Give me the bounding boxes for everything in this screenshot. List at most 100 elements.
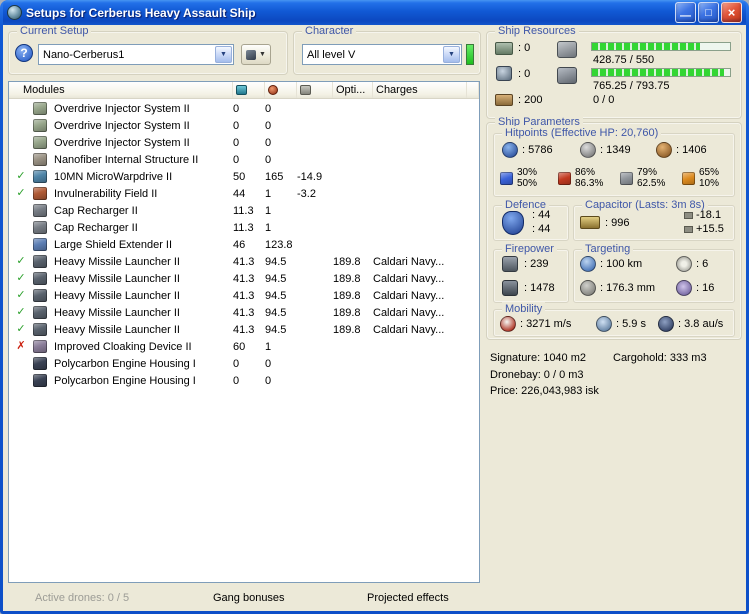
projected-effects-tab[interactable]: Projected effects — [367, 592, 449, 604]
module-icon — [33, 204, 47, 217]
targeting-box: Targeting : 100 km : 6 : 176.3 mm : 16 — [573, 249, 735, 303]
cap-drain-icon — [684, 212, 693, 219]
module-icon — [33, 221, 47, 234]
column-powergrid[interactable] — [265, 82, 297, 98]
character-select[interactable]: All level V ▼ — [302, 44, 462, 65]
explosive-armor-resist: 10% — [699, 178, 719, 189]
module-row[interactable]: Cap Recharger II 11.3 1 — [9, 202, 479, 219]
capacitor-usage-icon — [300, 85, 311, 95]
module-row[interactable]: Overdrive Injector System II 0 0 — [9, 100, 479, 117]
module-row[interactable]: Overdrive Injector System II 0 0 — [9, 117, 479, 134]
module-row[interactable]: Polycarbon Engine Housing I 0 0 — [9, 355, 479, 372]
module-opti: 189.8 — [333, 290, 373, 302]
powergrid-bar — [591, 68, 731, 77]
module-row[interactable]: ✓ 10MN MicroWarpdrive II 50 165 -14.9 — [9, 168, 479, 185]
module-name: Heavy Missile Launcher II — [51, 273, 233, 285]
module-pg: 0 — [265, 154, 297, 166]
targeting-range-value: : 100 km — [600, 258, 642, 270]
chevron-down-icon[interactable]: ▼ — [215, 46, 232, 63]
module-row[interactable]: Overdrive Injector System II 0 0 — [9, 134, 479, 151]
column-optimal[interactable]: Opti... — [333, 82, 373, 98]
modules-table-body: Overdrive Injector System II 0 0 Overdri… — [9, 100, 479, 582]
titlebar[interactable]: Setups for Cerberus Heavy Assault Ship —… — [3, 0, 746, 25]
module-pg: 0 — [265, 358, 297, 370]
module-cpu: 11.3 — [233, 222, 265, 234]
align-time-value: : 5.9 s — [616, 318, 646, 330]
chevron-down-icon: ▼ — [259, 51, 266, 58]
mobility-label: Mobility — [502, 302, 545, 316]
align-time-icon — [596, 316, 612, 332]
shield-hp-value: : 5786 — [522, 144, 553, 156]
module-cpu: 11.3 — [233, 205, 265, 217]
module-pg: 1 — [265, 341, 297, 353]
module-status-icon: ✓ — [9, 185, 33, 202]
gang-bonuses-tab[interactable]: Gang bonuses — [213, 592, 285, 604]
hardpoints-value: 0 / 0 — [593, 94, 614, 106]
module-row[interactable]: ✓ Heavy Missile Launcher II 41.3 94.5 18… — [9, 253, 479, 270]
column-modules[interactable]: Modules — [9, 82, 233, 98]
maximize-button[interactable]: □ — [698, 2, 719, 23]
module-name: 10MN MicroWarpdrive II — [51, 171, 233, 183]
help-button[interactable]: ? — [15, 44, 33, 62]
signature-value: Signature: 1040 m2 — [490, 352, 586, 364]
module-cpu: 41.3 — [233, 324, 265, 336]
module-pg: 1 — [265, 188, 297, 200]
module-name: Heavy Missile Launcher II — [51, 256, 233, 268]
column-charges[interactable]: Charges — [373, 82, 467, 98]
close-button[interactable]: × — [721, 2, 742, 23]
module-row[interactable]: ✓ Heavy Missile Launcher II 41.3 94.5 18… — [9, 304, 479, 321]
module-cpu: 60 — [233, 341, 265, 353]
module-icon — [33, 255, 47, 268]
ship-icon — [246, 50, 256, 60]
module-row[interactable]: ✓ Heavy Missile Launcher II 41.3 94.5 18… — [9, 287, 479, 304]
module-row[interactable]: ✓ Invulnerability Field II 44 1 -3.2 — [9, 185, 479, 202]
help-icon: ? — [20, 46, 27, 60]
turret-hardpoint-icon — [557, 41, 577, 58]
module-pg: 0 — [265, 375, 297, 387]
capacitor-peak: +15.5 — [696, 223, 724, 235]
capacitor-box: Capacitor (Lasts: 3m 8s) : 996 -18.1 +15… — [573, 205, 735, 241]
dronebay-value: Dronebay: 0 / 0 m3 — [490, 369, 584, 381]
module-row[interactable]: ✓ Heavy Missile Launcher II 41.3 94.5 18… — [9, 270, 479, 287]
module-name: Overdrive Injector System II — [51, 103, 233, 115]
module-pg: 1 — [265, 222, 297, 234]
module-name: Invulnerability Field II — [51, 188, 233, 200]
column-capacitor[interactable] — [297, 82, 333, 98]
module-cpu: 0 — [233, 154, 265, 166]
kinetic-shield-resist: 79% — [637, 167, 665, 178]
module-icon — [33, 289, 47, 302]
module-row[interactable]: Large Shield Extender II 46 123.8 — [9, 236, 479, 253]
module-cpu: 46 — [233, 239, 265, 251]
module-row[interactable]: Polycarbon Engine Housing I 0 0 — [9, 372, 479, 389]
module-row[interactable]: Cap Recharger II 11.3 1 — [9, 219, 479, 236]
module-name: Heavy Missile Launcher II — [51, 307, 233, 319]
module-row[interactable]: Nanofiber Internal Structure II 0 0 — [9, 151, 479, 168]
setup-select[interactable]: Nano-Cerberus1 ▼ — [38, 44, 234, 65]
column-spacer — [467, 82, 479, 98]
modules-table-header: Modules Opti... Charges — [9, 82, 479, 99]
em-armor-resist: 50% — [517, 178, 537, 189]
setup-menu-button[interactable]: ▼ — [241, 44, 271, 65]
defence-value-2: : 44 — [532, 223, 550, 235]
module-name: Nanofiber Internal Structure II — [51, 154, 233, 166]
module-name: Polycarbon Engine Housing I — [51, 358, 233, 370]
mobility-box: Mobility : 3271 m/s : 5.9 s : 3.8 au/s — [493, 309, 735, 337]
targeting-range-icon — [580, 256, 596, 272]
defence-shield-icon — [502, 211, 524, 235]
ship-parameters-group: Ship Parameters Hitpoints (Effective HP:… — [486, 122, 742, 340]
module-row[interactable]: ✗ Improved Cloaking Device II 60 1 — [9, 338, 479, 355]
module-status-icon: ✗ — [9, 338, 33, 355]
column-cpu[interactable] — [233, 82, 265, 98]
module-row[interactable]: ✓ Heavy Missile Launcher II 41.3 94.5 18… — [9, 321, 479, 338]
character-select-value: All level V — [303, 49, 442, 61]
module-icon — [33, 119, 47, 132]
volley-value: : 239 — [524, 258, 548, 270]
chevron-down-icon[interactable]: ▼ — [443, 46, 460, 63]
minimize-button[interactable]: — — [675, 2, 696, 23]
window-content: Current Setup ? Nano-Cerberus1 ▼ ▼ Chara… — [3, 25, 746, 611]
explosive-resist: 65% 10% — [682, 167, 719, 189]
firepower-label: Firepower — [502, 242, 557, 256]
module-pg: 94.5 — [265, 307, 297, 319]
capacitor-drain: -18.1 — [696, 209, 721, 221]
explosive-resist-icon — [682, 172, 695, 185]
